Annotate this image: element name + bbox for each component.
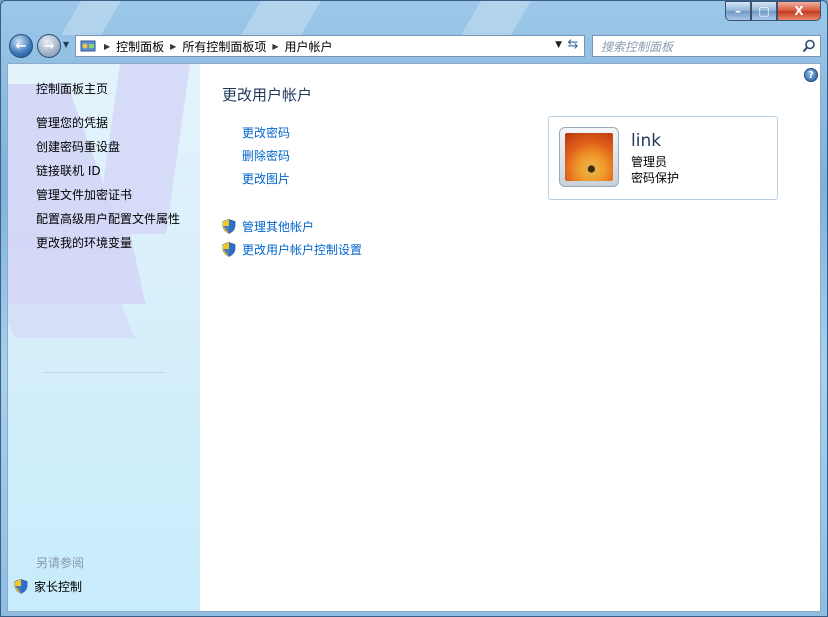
remove-password-link[interactable]: 删除密码 [242, 147, 290, 164]
breadcrumb-user-accounts[interactable]: 用户帐户 [285, 38, 333, 55]
user-role: 管理员 [631, 155, 668, 169]
avatar [559, 127, 619, 187]
arrow-right-icon: → [43, 38, 55, 54]
page-title: 更改用户帐户 [222, 86, 313, 104]
sidebar-link-encryption-cert[interactable]: 管理文件加密证书 [36, 186, 132, 203]
flower-picture-icon [565, 133, 613, 181]
search-input[interactable]: 搜索控制面板 [601, 38, 802, 55]
sidebar-link-env-vars[interactable]: 更改我的环境变量 [36, 234, 132, 251]
manage-accounts-link[interactable]: 管理其他帐户 [222, 218, 314, 235]
forward-button[interactable]: → [37, 34, 61, 58]
see-also-heading: 另请参阅 [36, 556, 85, 570]
breadcrumb-arrow-icon: ▶ [104, 41, 111, 51]
address-bar[interactable]: ▶ 控制面板 ▶ 所有控制面板项 ▶ 用户帐户 ▼ ⇆ [75, 35, 585, 57]
change-picture-link[interactable]: 更改图片 [242, 170, 290, 187]
sidebar: 控制面板主页 管理您的凭据 创建密码重设盘 链接联机 ID 管理文件加密证书 配… [8, 64, 200, 611]
search-icon[interactable] [802, 39, 816, 53]
breadcrumb-arrow-icon: ▶ [170, 41, 177, 51]
glass-reflection [61, 1, 121, 35]
breadcrumb-arrow-icon: ▶ [272, 41, 279, 51]
minimize-button[interactable]: – [725, 1, 751, 21]
manage-accounts-label: 管理其他帐户 [242, 220, 315, 234]
sidebar-link-credentials[interactable]: 管理您的凭据 [36, 114, 108, 131]
uac-shield-icon [222, 242, 236, 257]
breadcrumb-control-panel[interactable]: 控制面板 [116, 38, 164, 55]
change-password-link[interactable]: 更改密码 [242, 124, 290, 141]
password-status: 密码保护 [631, 171, 680, 185]
user-account-card: link 管理员 密码保护 [548, 116, 778, 200]
window: – □ X ← → ▼ ▶ 控制面板 ▶ 所有控制面板项 ▶ 用户帐户 ▼ ⇆ … [0, 0, 828, 617]
search-box[interactable]: 搜索控制面板 [592, 35, 821, 57]
sidebar-divider [44, 372, 164, 373]
breadcrumb-all-items[interactable]: 所有控制面板项 [182, 38, 266, 55]
uac-settings-label: 更改用户帐户控制设置 [242, 243, 363, 257]
recent-pages-dropdown[interactable]: ▼ [63, 40, 69, 49]
parental-controls-link[interactable]: 家长控制 [14, 578, 82, 595]
control-panel-icon [80, 40, 96, 52]
user-name: link [631, 131, 662, 151]
refresh-icon[interactable]: ⇆ [564, 37, 582, 55]
uac-shield-icon [222, 219, 236, 234]
uac-settings-link[interactable]: 更改用户帐户控制设置 [222, 241, 362, 258]
sidebar-link-profile-props[interactable]: 配置高级用户配置文件属性 [36, 210, 180, 227]
address-dropdown-icon[interactable]: ▼ [555, 40, 562, 50]
close-button[interactable]: X [777, 1, 821, 21]
arrow-left-icon: ← [15, 38, 27, 54]
glass-reflection [461, 1, 531, 35]
main-panel: ? 更改用户帐户 更改密码 删除密码 更改图片 管理其他帐户 更改用户帐户控制设… [200, 64, 820, 611]
sidebar-link-online-id[interactable]: 链接联机 ID [36, 162, 101, 179]
sidebar-home-link[interactable]: 控制面板主页 [36, 80, 108, 97]
glass-reflection [241, 1, 321, 35]
maximize-button[interactable]: □ [751, 1, 777, 21]
content-area: 控制面板主页 管理您的凭据 创建密码重设盘 链接联机 ID 管理文件加密证书 配… [7, 63, 821, 612]
uac-shield-icon [14, 579, 28, 594]
navigation-bar: ← → ▼ ▶ 控制面板 ▶ 所有控制面板项 ▶ 用户帐户 ▼ ⇆ 搜索控制面板 [1, 31, 827, 61]
caption-buttons: – □ X [725, 1, 821, 21]
help-icon[interactable]: ? [804, 68, 818, 82]
sidebar-link-reset-disk[interactable]: 创建密码重设盘 [36, 138, 120, 155]
back-button[interactable]: ← [9, 34, 33, 58]
parental-controls-label: 家长控制 [34, 580, 83, 594]
